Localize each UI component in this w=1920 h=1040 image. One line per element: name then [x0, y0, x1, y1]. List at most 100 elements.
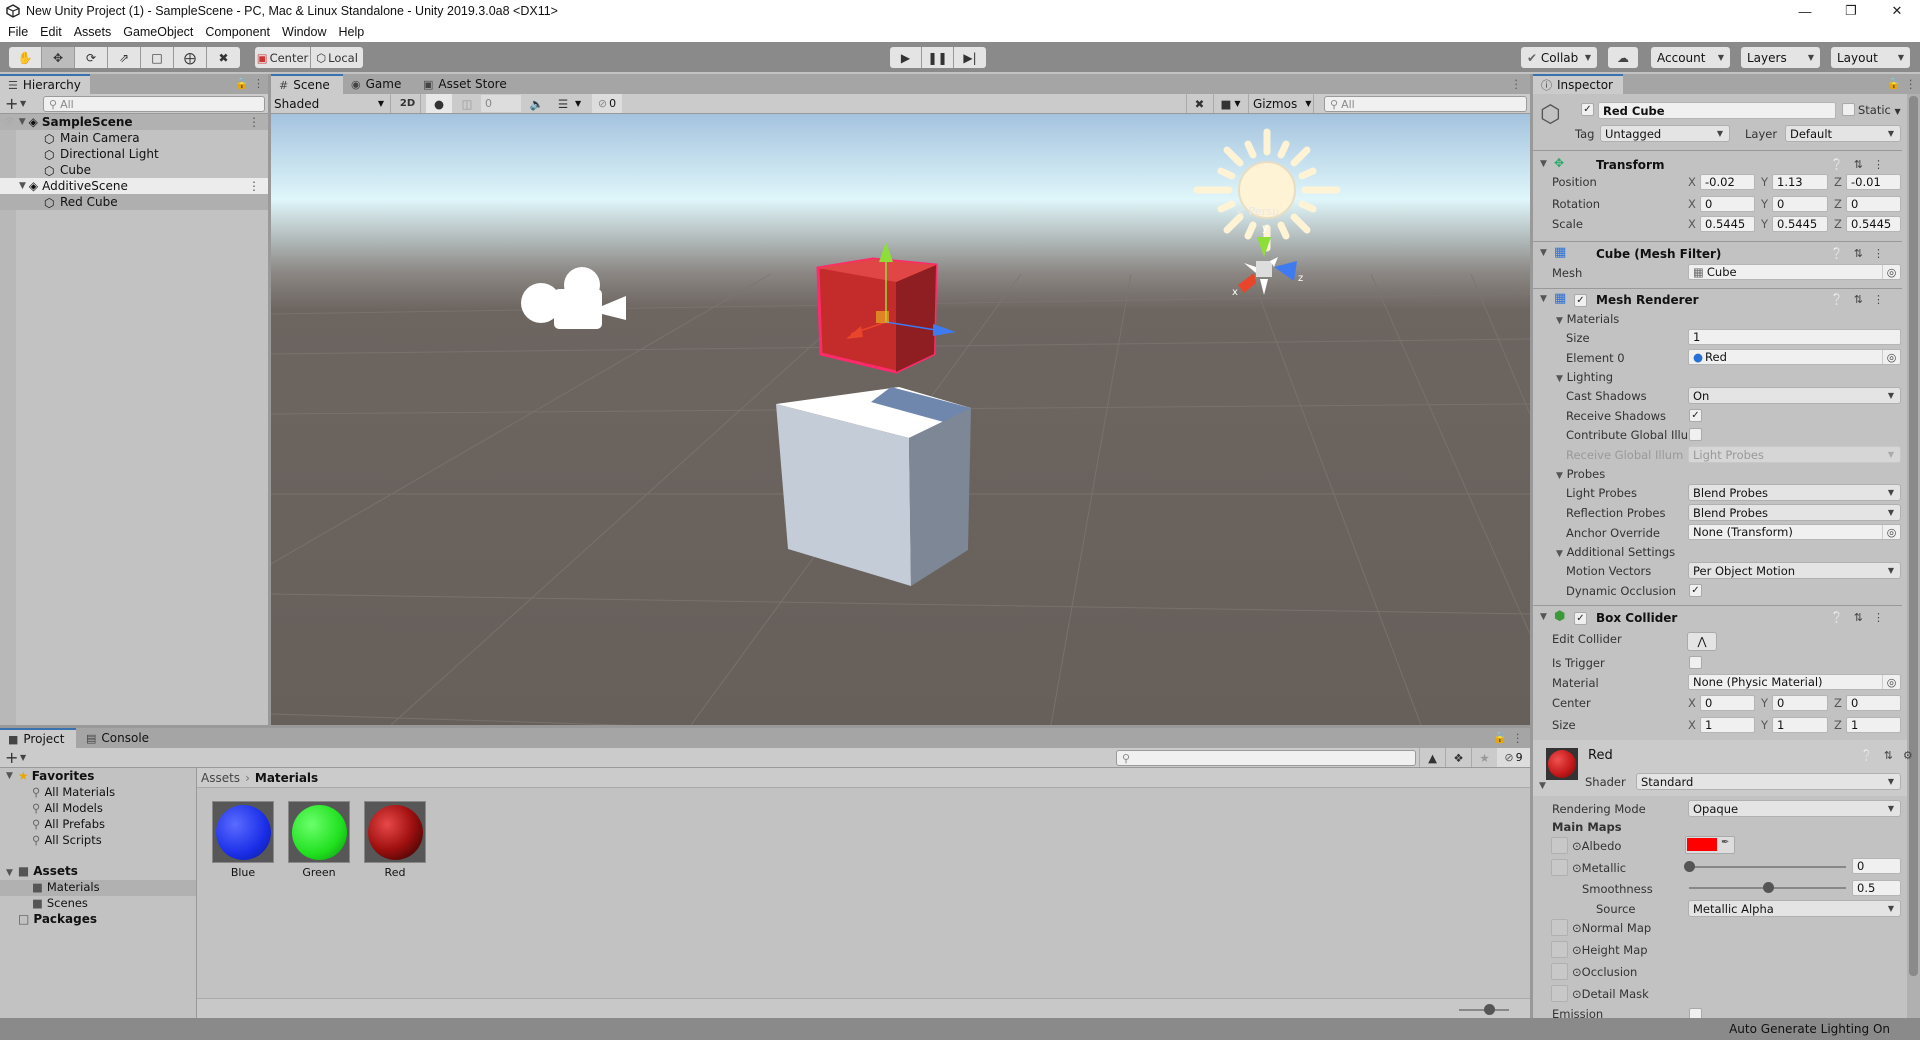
- menu-window[interactable]: Window: [276, 25, 332, 39]
- menu-edit[interactable]: Edit: [34, 25, 68, 39]
- fx-dropdown[interactable]: ▼: [575, 94, 589, 113]
- static-checkbox[interactable]: [1842, 103, 1855, 116]
- scene-search-input[interactable]: ⚲ All: [1324, 96, 1527, 112]
- rotation-y-input[interactable]: 0: [1772, 196, 1828, 212]
- active-checkbox[interactable]: ✓: [1581, 103, 1594, 116]
- size-x-input[interactable]: 1: [1700, 717, 1755, 733]
- edit-collider-button[interactable]: ⋀: [1687, 632, 1717, 651]
- mesh-renderer-header[interactable]: ▼ ▦ ✓ Mesh Renderer ❔ ⇅ ⋮: [1532, 290, 1902, 312]
- albedo-color-field[interactable]: ✒: [1685, 836, 1735, 854]
- size-y-input[interactable]: 1: [1772, 717, 1828, 733]
- help-icon[interactable]: ❔: [1830, 611, 1844, 624]
- tab-console[interactable]: ▤ Console: [78, 728, 158, 748]
- close-button[interactable]: ✕: [1874, 0, 1920, 22]
- contribute-gi-checkbox[interactable]: [1689, 428, 1702, 441]
- enabled-checkbox[interactable]: ✓: [1574, 612, 1587, 625]
- eyedropper-icon[interactable]: ✒: [1721, 837, 1729, 853]
- materials-size-input[interactable]: 1: [1688, 329, 1901, 345]
- box-collider-header[interactable]: ▼ ⬢ ✓ Box Collider ❔ ⇅ ⋮: [1532, 608, 1902, 630]
- enabled-checkbox[interactable]: ✓: [1574, 294, 1587, 307]
- camera-gizmo[interactable]: [521, 267, 626, 329]
- occlusion-texture-slot[interactable]: [1551, 963, 1568, 980]
- more-options-icon[interactable]: ⋮: [1873, 611, 1884, 624]
- more-options-icon[interactable]: ⋮: [1873, 293, 1884, 306]
- tab-inspector[interactable]: ⓘ Inspector: [1533, 74, 1623, 94]
- expand-arrow-icon[interactable]: ▼: [1540, 612, 1547, 622]
- cast-shadows-dropdown[interactable]: On ▼: [1688, 387, 1901, 404]
- rect-tool-button[interactable]: □: [141, 47, 174, 68]
- lighting-toggle[interactable]: ●: [426, 94, 452, 113]
- additional-settings-foldout[interactable]: ▼ Additional Settings: [1556, 545, 1675, 559]
- anchor-override-object-field[interactable]: None (Transform) ◎: [1688, 524, 1901, 540]
- gameobject-icon[interactable]: ⬡: [1540, 100, 1561, 128]
- albedo-texture-slot[interactable]: [1551, 837, 1568, 854]
- lighting-foldout[interactable]: ▼ Lighting: [1556, 370, 1613, 384]
- help-icon[interactable]: ❔: [1830, 247, 1844, 260]
- smoothness-input[interactable]: 0.5: [1852, 880, 1901, 896]
- chevron-down-icon[interactable]: ▼: [20, 99, 26, 108]
- reflection-probes-dropdown[interactable]: Blend Probes ▼: [1688, 504, 1901, 521]
- expand-arrow-icon[interactable]: ▼: [1539, 781, 1546, 791]
- position-x-input[interactable]: -0.02: [1700, 174, 1755, 190]
- asset-item[interactable]: Blue: [212, 801, 274, 879]
- object-picker-icon[interactable]: ◎: [1882, 675, 1900, 689]
- static-dropdown[interactable]: Static ▼: [1858, 103, 1901, 117]
- scale-x-input[interactable]: 0.5445: [1700, 216, 1755, 232]
- menu-help[interactable]: Help: [332, 25, 370, 39]
- element0-object-field[interactable]: ● Red ◎: [1688, 349, 1901, 365]
- project-search-input[interactable]: ⚲: [1116, 750, 1416, 766]
- add-icon[interactable]: +: [5, 94, 18, 113]
- rotation-x-input[interactable]: 0: [1700, 196, 1755, 212]
- lock-icon[interactable]: 🔒: [1887, 77, 1901, 90]
- position-y-input[interactable]: 1.13: [1772, 174, 1828, 190]
- collab-dropdown[interactable]: ✔ Collab ▼: [1521, 47, 1597, 68]
- cube-object[interactable]: [776, 387, 971, 586]
- expand-arrow-icon[interactable]: ▼: [1540, 294, 1547, 304]
- detail-mask-texture-slot[interactable]: [1551, 985, 1568, 1002]
- assets-folder[interactable]: ▼ ■ Assets: [6, 864, 78, 878]
- scrollbar-thumb[interactable]: [1909, 96, 1918, 976]
- presets-icon[interactable]: ⇅: [1884, 749, 1893, 762]
- more-options-icon[interactable]: ⋮: [1873, 247, 1884, 260]
- tag-dropdown[interactable]: Untagged ▼: [1600, 125, 1730, 142]
- minimize-button[interactable]: —: [1782, 0, 1828, 22]
- physic-material-object-field[interactable]: None (Physic Material) ◎: [1688, 674, 1901, 690]
- dynamic-occlusion-checkbox[interactable]: ✓: [1689, 584, 1702, 597]
- hidden-packages-toggle[interactable]: ⊘ 9: [1497, 748, 1530, 767]
- hand-tool-button[interactable]: ✋: [9, 47, 42, 68]
- object-picker-icon[interactable]: ◎: [1882, 350, 1900, 364]
- expand-arrow-icon[interactable]: ▼: [6, 771, 13, 781]
- custom-tool-button[interactable]: ✖: [207, 47, 240, 68]
- hierarchy-search-input[interactable]: ⚲ All: [43, 96, 265, 112]
- auto-lighting-status[interactable]: Auto Generate Lighting On: [1729, 1022, 1890, 1036]
- camera-settings-dropdown[interactable]: ■ ▼: [1213, 94, 1247, 113]
- hierarchy-scene-row[interactable]: ▼ ◈ AdditiveScene ⋮: [0, 178, 270, 194]
- is-trigger-checkbox[interactable]: [1689, 656, 1702, 669]
- object-picker-icon[interactable]: ◎: [1882, 265, 1900, 279]
- expand-arrow-icon[interactable]: ▼: [19, 117, 26, 127]
- smoothness-source-dropdown[interactable]: Metallic Alpha ▼: [1688, 900, 1901, 917]
- more-options-icon[interactable]: ⋮: [248, 179, 260, 193]
- more-options-icon[interactable]: ⋮: [1873, 158, 1884, 171]
- center-z-input[interactable]: 0: [1846, 695, 1901, 711]
- hierarchy-scene-row[interactable]: 👁 ▼ ◈ SampleScene ⋮: [0, 114, 270, 130]
- rendering-mode-dropdown[interactable]: Opaque ▼: [1688, 800, 1901, 817]
- icon-size-slider-thumb[interactable]: [1484, 1004, 1495, 1015]
- center-x-input[interactable]: 0: [1700, 695, 1755, 711]
- transform-tool-button[interactable]: ⨁: [174, 47, 207, 68]
- filter-by-label-button[interactable]: ❖: [1445, 748, 1471, 767]
- metallic-texture-slot[interactable]: [1551, 859, 1568, 876]
- breadcrumb-materials[interactable]: Materials: [255, 771, 318, 785]
- cloud-button[interactable]: ☁: [1608, 47, 1638, 68]
- more-options-icon[interactable]: ⋮: [248, 115, 260, 129]
- step-button[interactable]: ▶|: [954, 47, 986, 68]
- metallic-slider-thumb[interactable]: [1684, 861, 1695, 872]
- filter-by-type-button[interactable]: ▲: [1419, 748, 1445, 767]
- maximize-button[interactable]: ❐: [1828, 0, 1874, 22]
- more-options-icon[interactable]: ⋮: [1512, 731, 1524, 745]
- help-icon[interactable]: ❔: [1860, 749, 1874, 762]
- expand-arrow-icon[interactable]: ▼: [1540, 248, 1547, 258]
- pause-button[interactable]: ❚❚: [922, 47, 954, 68]
- menu-assets[interactable]: Assets: [68, 25, 118, 39]
- metallic-slider-track[interactable]: [1689, 866, 1846, 868]
